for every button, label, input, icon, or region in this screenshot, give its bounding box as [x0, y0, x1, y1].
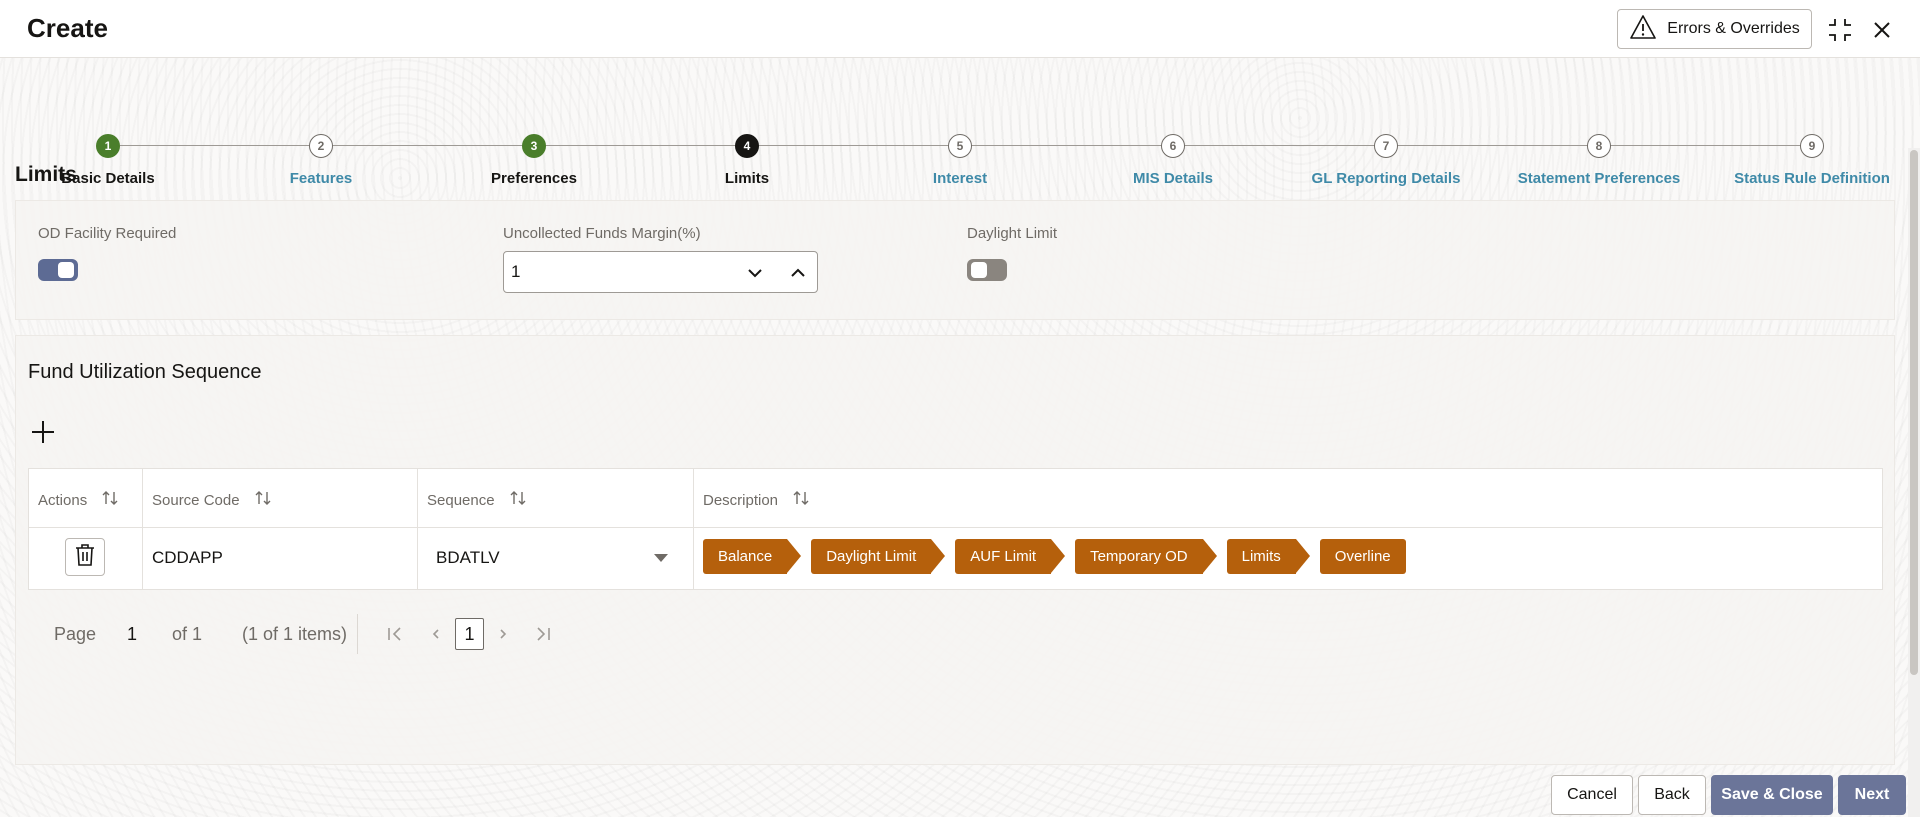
- step-number: 5: [948, 134, 972, 158]
- step-preferences[interactable]: 3 Preferences: [424, 134, 644, 187]
- header-bar: Create Errors & Overrides: [0, 0, 1920, 58]
- description-chip: Limits: [1226, 539, 1311, 574]
- od-facility-label: OD Facility Required: [38, 225, 177, 242]
- pagination: Page 1 of 1 (1 of 1 items) 1: [28, 612, 628, 656]
- sequence-select[interactable]: BDATLV: [418, 528, 694, 590]
- page-of-label: of 1: [172, 624, 203, 644]
- fund-utilization-table: Actions Source Code Sequence Description…: [28, 468, 1883, 590]
- errors-overrides-label: Errors & Overrides: [1667, 20, 1800, 37]
- sort-icon[interactable]: [254, 489, 272, 511]
- description-chip: Temporary OD: [1075, 539, 1217, 574]
- od-facility-toggle[interactable]: [38, 259, 78, 281]
- step-label: Limits: [724, 170, 770, 187]
- last-page-icon[interactable]: [533, 624, 553, 644]
- column-label: Source Code: [152, 491, 240, 509]
- chevron-up-icon[interactable]: [785, 260, 811, 286]
- page-number-button[interactable]: 1: [455, 618, 484, 650]
- column-header-description[interactable]: Description: [694, 469, 1882, 527]
- previous-page-icon[interactable]: [426, 624, 446, 644]
- step-label: Statement Preferences: [1517, 170, 1681, 187]
- step-number: 6: [1161, 134, 1185, 158]
- chevron-down-icon[interactable]: [742, 260, 768, 286]
- page-label: Page: [54, 624, 97, 644]
- uncollected-margin-input[interactable]: 1: [503, 251, 818, 293]
- daylight-limit-label: Daylight Limit: [967, 225, 1058, 242]
- cancel-button[interactable]: Cancel: [1551, 775, 1633, 815]
- daylight-limit-toggle[interactable]: [967, 259, 1007, 281]
- sequence-value: BDATLV: [436, 548, 500, 567]
- description-cell: Balance Daylight Limit AUF Limit Tempora…: [694, 528, 1882, 590]
- collapse-icon[interactable]: [1826, 16, 1854, 44]
- step-label: GL Reporting Details: [1311, 170, 1461, 187]
- step-number: 1: [96, 134, 120, 158]
- column-header-sequence[interactable]: Sequence: [418, 469, 694, 527]
- add-icon[interactable]: [29, 418, 57, 446]
- items-count: (1 of 1 items): [242, 624, 348, 644]
- source-code-cell: CDDAPP: [143, 528, 418, 590]
- step-gl-reporting-details[interactable]: 7 GL Reporting Details: [1276, 134, 1496, 187]
- description-chip: Overline: [1319, 539, 1406, 574]
- description-chip: Balance: [703, 539, 802, 574]
- step-number: 2: [309, 134, 333, 158]
- step-mis-details[interactable]: 6 MIS Details: [1063, 134, 1283, 187]
- step-label: MIS Details: [1132, 170, 1214, 187]
- fund-utilization-title: Fund Utilization Sequence: [28, 361, 262, 383]
- caret-down-icon[interactable]: [654, 554, 668, 562]
- trash-icon: [74, 543, 96, 572]
- sort-icon[interactable]: [101, 489, 119, 511]
- warning-icon: [1629, 14, 1657, 45]
- column-header-source-code[interactable]: Source Code: [143, 469, 418, 527]
- step-number: 4: [735, 134, 759, 158]
- toggle-knob: [58, 262, 74, 278]
- uncollected-margin-value: 1: [511, 262, 521, 281]
- next-button[interactable]: Next: [1838, 775, 1906, 815]
- description-chip: AUF Limit: [955, 539, 1065, 574]
- back-button[interactable]: Back: [1638, 775, 1706, 815]
- column-label: Description: [703, 491, 779, 509]
- step-status-rule-definition[interactable]: 9 Status Rule Definition: [1702, 134, 1920, 187]
- sort-icon[interactable]: [792, 489, 810, 511]
- close-icon[interactable]: [1868, 16, 1896, 44]
- actions-cell: [29, 528, 143, 590]
- scrollbar-thumb[interactable]: [1910, 150, 1918, 675]
- step-label: Features: [289, 170, 353, 187]
- step-label: Interest: [932, 170, 988, 187]
- uncollected-margin-label: Uncollected Funds Margin(%): [503, 225, 701, 242]
- step-number: 8: [1587, 134, 1611, 158]
- step-number: 9: [1800, 134, 1824, 158]
- first-page-icon[interactable]: [385, 624, 405, 644]
- train-stepper: 1 Basic Details 2 Features 3 Preferences…: [0, 58, 1920, 187]
- column-label: Actions: [38, 491, 88, 509]
- column-label: Sequence: [427, 491, 495, 509]
- section-title-limits: Limits: [15, 163, 77, 186]
- page-title: Create: [27, 13, 108, 43]
- next-page-icon[interactable]: [493, 624, 513, 644]
- sort-icon[interactable]: [509, 489, 527, 511]
- description-chip: Daylight Limit: [811, 539, 946, 574]
- step-features[interactable]: 2 Features: [211, 134, 431, 187]
- limits-panel: [15, 200, 1895, 320]
- step-interest[interactable]: 5 Interest: [850, 134, 1070, 187]
- step-statement-preferences[interactable]: 8 Statement Preferences: [1489, 134, 1709, 187]
- step-label: Preferences: [491, 170, 577, 187]
- delete-row-button[interactable]: [65, 538, 105, 576]
- save-close-button[interactable]: Save & Close: [1711, 775, 1833, 815]
- errors-overrides-button[interactable]: Errors & Overrides: [1617, 9, 1812, 49]
- step-number: 3: [522, 134, 546, 158]
- page-input[interactable]: 1: [127, 624, 137, 645]
- step-limits[interactable]: 4 Limits: [637, 134, 857, 187]
- toggle-knob: [971, 262, 987, 278]
- source-code-value: CDDAPP: [152, 548, 223, 567]
- step-label: Status Rule Definition: [1734, 170, 1890, 187]
- pagination-divider: [357, 614, 358, 654]
- step-number: 7: [1374, 134, 1398, 158]
- column-header-actions[interactable]: Actions: [29, 469, 143, 527]
- description-chips: Balance Daylight Limit AUF Limit Tempora…: [703, 539, 1406, 574]
